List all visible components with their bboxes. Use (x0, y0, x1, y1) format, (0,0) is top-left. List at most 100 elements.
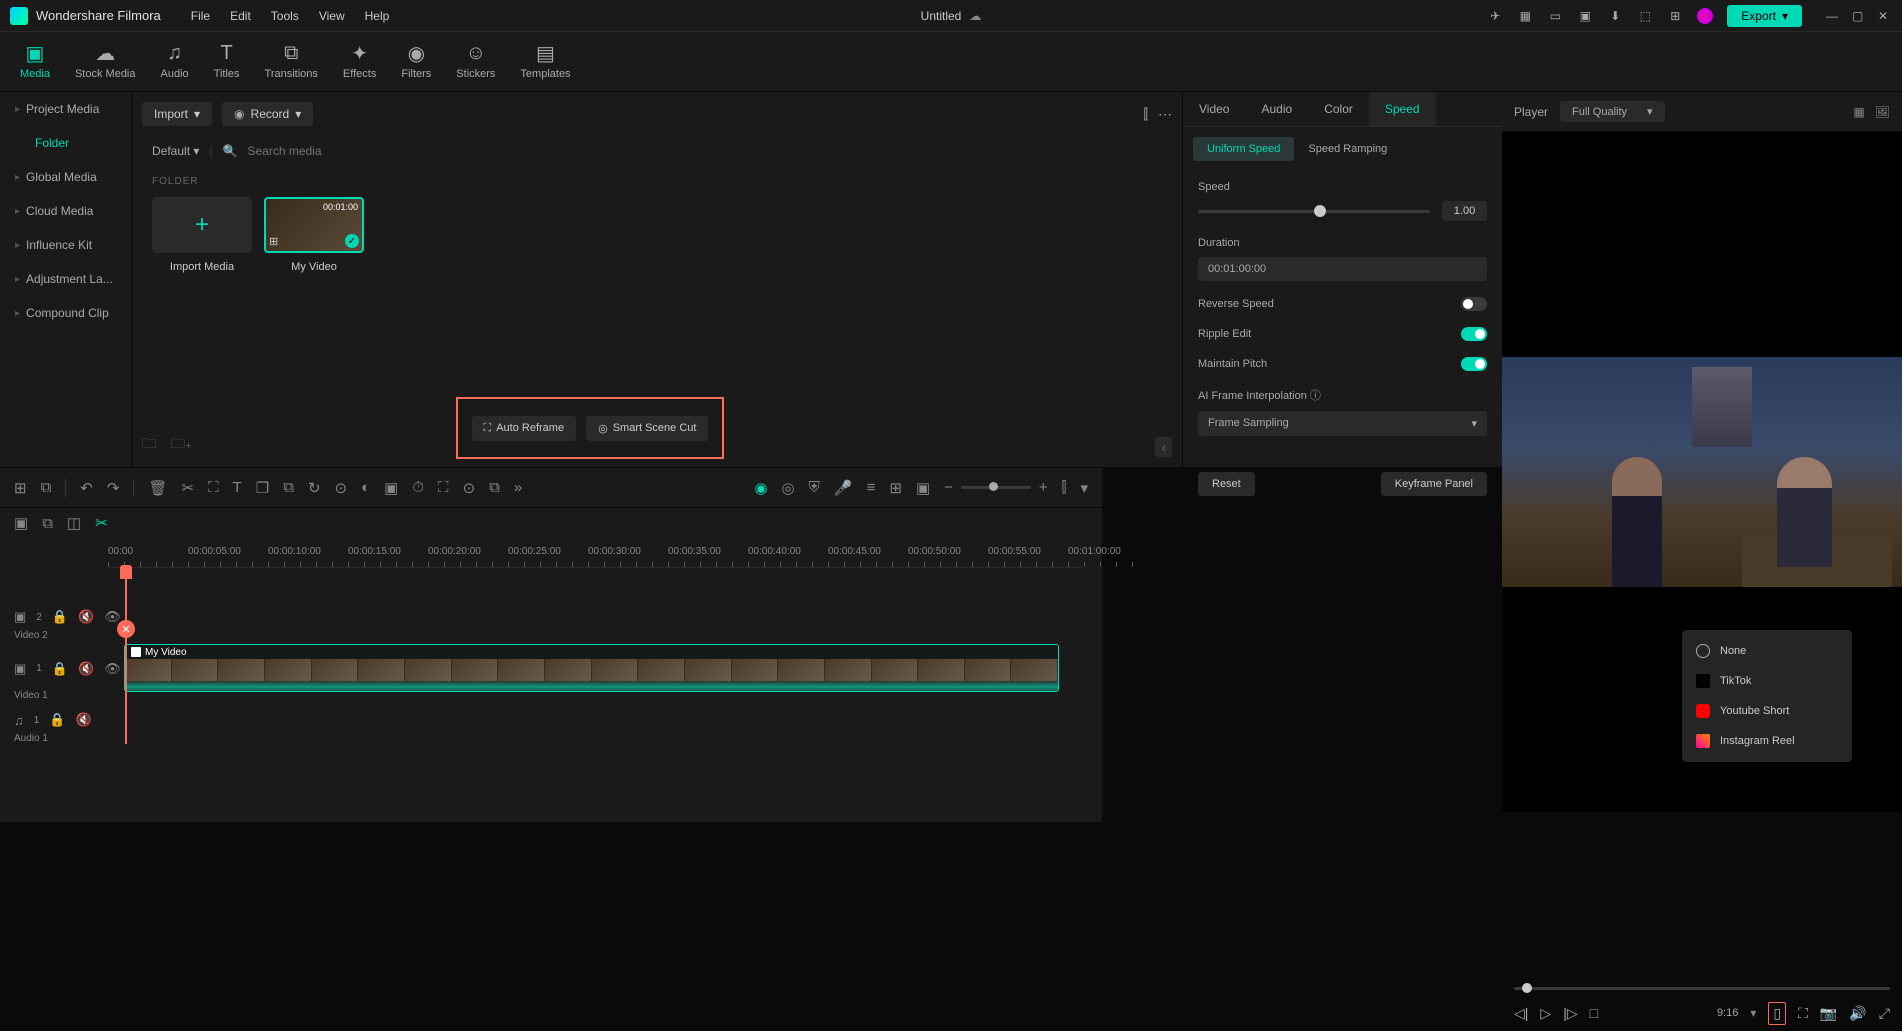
zoom-thumb[interactable] (989, 482, 998, 491)
timeline-ruler[interactable]: 00:0000:00:05:0000:00:10:0000:00:15:0000… (108, 538, 1082, 568)
mute-icon[interactable]: 🔇 (78, 609, 94, 625)
track-content-a1[interactable] (108, 701, 1102, 739)
fullscreen-icon[interactable]: ⤢ (1879, 1005, 1890, 1022)
next-icon[interactable]: ◎ (782, 479, 795, 497)
speed-slider[interactable] (1198, 210, 1430, 213)
rotate-button[interactable]: ↻ (308, 479, 321, 497)
redo-button[interactable]: ↷ (107, 479, 120, 497)
tab-stock-media[interactable]: ☁Stock Media (75, 42, 136, 81)
menu-tools[interactable]: Tools (271, 9, 299, 23)
more-button[interactable]: » (514, 479, 522, 496)
tab-audio[interactable]: ♫Audio (161, 42, 189, 81)
sidebar-adjustment-layer[interactable]: ▸Adjustment La... (0, 262, 131, 296)
auto-reframe-button[interactable]: ⛶Auto Reframe (472, 416, 577, 441)
screen-icon[interactable]: ▭ (1547, 8, 1563, 24)
play-button[interactable]: ▷ (1540, 1005, 1551, 1022)
ripple-edit-toggle[interactable] (1461, 327, 1487, 341)
tab-templates[interactable]: ▤Templates (520, 42, 570, 81)
tab-filters[interactable]: ◉Filters (401, 42, 431, 81)
zoom-in-button[interactable]: + (1039, 479, 1048, 496)
razor-icon[interactable]: ✂ (95, 514, 108, 532)
list-icon[interactable]: ≡ (867, 479, 876, 496)
maximize-button[interactable]: ▢ (1852, 9, 1866, 23)
maintain-pitch-toggle[interactable] (1461, 357, 1487, 371)
cut-marker-icon[interactable]: ✕ (117, 620, 135, 638)
grid-view-icon[interactable]: ▦ (1853, 105, 1864, 119)
timer-button[interactable]: ⏱ (412, 479, 424, 496)
track-options-icon[interactable]: ⫿ (1062, 479, 1067, 496)
menu-help[interactable]: Help (365, 9, 390, 23)
prop-tab-video[interactable]: Video (1183, 92, 1245, 126)
tab-media[interactable]: ▣Media (20, 42, 50, 81)
keyframe-panel-button[interactable]: Keyframe Panel (1381, 472, 1487, 496)
folder-icon[interactable]: 🗀 (142, 433, 156, 457)
minimize-button[interactable]: — (1826, 9, 1840, 23)
mask-button[interactable]: ▣ (384, 479, 398, 497)
stop-button[interactable]: □ (1590, 1005, 1598, 1021)
color-button[interactable]: ◐ (361, 479, 370, 496)
track-content-v1[interactable]: My Video (108, 641, 1102, 696)
aspect-youtube-short[interactable]: Youtube Short (1682, 696, 1852, 726)
sidebar-global-media[interactable]: ▸Global Media (0, 160, 131, 194)
mute-icon[interactable]: 🔇 (76, 712, 92, 728)
video-clip[interactable]: My Video (124, 644, 1059, 692)
tl-more-icon[interactable]: ▾ (1080, 479, 1088, 497)
prop-tab-audio[interactable]: Audio (1245, 92, 1308, 126)
next-frame-button[interactable]: |▷ (1563, 1005, 1577, 1022)
menu-view[interactable]: View (319, 9, 345, 23)
export-button[interactable]: Export ▾ (1727, 5, 1802, 27)
save-icon[interactable]: ▣ (1577, 8, 1593, 24)
snapshot-icon[interactable]: 📷 (1820, 1005, 1837, 1022)
subtab-speed-ramping[interactable]: Speed Ramping (1294, 137, 1401, 161)
aspect-tiktok[interactable]: TikTok (1682, 666, 1852, 696)
search-input[interactable] (247, 144, 1162, 158)
zoom-slider[interactable] (961, 486, 1031, 489)
link-button[interactable]: ⧉ (283, 479, 294, 496)
record-button[interactable]: ◉Record▾ (222, 102, 313, 126)
subtab-uniform-speed[interactable]: Uniform Speed (1193, 137, 1294, 161)
speed-value[interactable]: 1.00 (1442, 201, 1487, 221)
lock-icon[interactable]: 🔒 (52, 661, 68, 677)
apps-icon[interactable]: ⊞ (1667, 8, 1683, 24)
quality-dropdown[interactable]: Full Quality▾ (1560, 101, 1665, 122)
aspect-instagram-reel[interactable]: Instagram Reel (1682, 726, 1852, 756)
cloud-sync-icon[interactable]: ☁ (969, 9, 981, 23)
magnet-icon[interactable]: ⧉ (41, 479, 52, 496)
player-scrubber[interactable] (1514, 987, 1890, 990)
copy-button[interactable]: ❐ (256, 479, 269, 497)
send-icon[interactable]: ✈ (1487, 8, 1503, 24)
sidebar-cloud-media[interactable]: ▸Cloud Media (0, 194, 131, 228)
filter-icon[interactable]: ⫿ (1144, 106, 1148, 123)
aspect-none[interactable]: None (1682, 636, 1852, 666)
zoom-out-button[interactable]: − (944, 479, 953, 496)
import-button[interactable]: Import▾ (142, 102, 212, 126)
tab-titles[interactable]: TTitles (214, 42, 240, 81)
aspect-preview-button[interactable]: ▯ (1768, 1002, 1786, 1025)
select-icon[interactable]: ⊞ (14, 479, 27, 497)
fit-icon[interactable]: ▣ (916, 479, 930, 497)
more-icon[interactable]: ⋯ (1158, 106, 1172, 123)
close-button[interactable]: ✕ (1878, 9, 1892, 23)
cut-button[interactable]: ✂ (182, 479, 195, 497)
scrubber-thumb[interactable] (1522, 983, 1532, 993)
info-icon[interactable]: ⓘ (1310, 390, 1321, 402)
prev-frame-button[interactable]: ◁| (1514, 1005, 1528, 1022)
menu-edit[interactable]: Edit (230, 9, 251, 23)
mute-icon[interactable]: 🔇 (78, 661, 94, 677)
collapse-sidebar-button[interactable]: ‹ (1155, 437, 1172, 457)
track-content-v2[interactable] (108, 598, 1102, 636)
tag-button[interactable]: ⊙ (463, 479, 476, 497)
notification-icon[interactable]: ⬚ (1637, 8, 1653, 24)
duration-input[interactable]: 00:01:00:00 (1198, 257, 1487, 281)
speed-button[interactable]: ⊙ (335, 479, 348, 497)
menu-file[interactable]: File (191, 9, 210, 23)
media-clip-tile[interactable]: 00:01:00 ⊞ ✓ My Video (264, 197, 364, 273)
chevron-down-icon[interactable]: ▾ (1750, 1006, 1756, 1020)
reverse-speed-toggle[interactable] (1461, 297, 1487, 311)
mic-icon[interactable]: 🎤 (834, 479, 853, 497)
sort-dropdown[interactable]: Default ▾ (152, 144, 199, 158)
sidebar-compound-clip[interactable]: ▸Compound Clip (0, 296, 131, 330)
shield-icon[interactable]: ⛨ (809, 479, 820, 496)
library-icon[interactable]: ▦ (1517, 8, 1533, 24)
player-viewport[interactable]: None TikTok Youtube Short Instagram Reel (1502, 132, 1902, 812)
